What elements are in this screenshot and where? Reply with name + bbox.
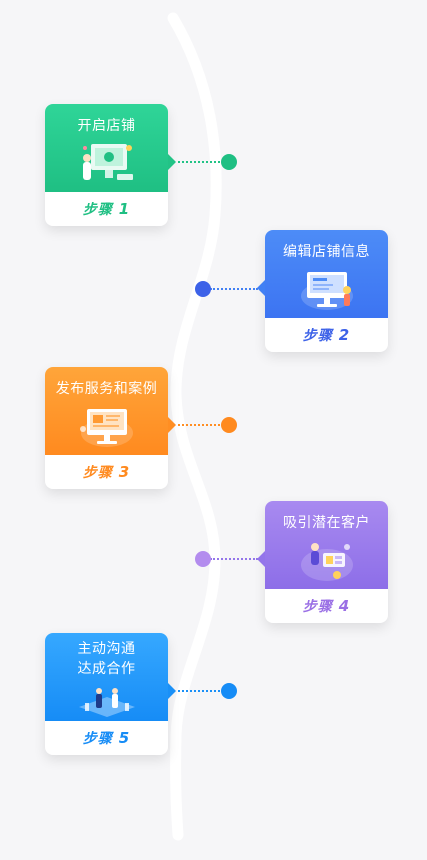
step-title: 发布服务和案例 <box>55 381 158 397</box>
card-pointer <box>257 551 265 567</box>
step-card-header: 主动沟通 达成合作 <box>45 633 168 721</box>
step-title: 开启店铺 <box>77 118 136 134</box>
step-card-2: 编辑店铺信息 步骤 2 <box>257 230 388 352</box>
step-card-header: 编辑店铺信息 <box>265 230 388 318</box>
step-card-header: 发布服务和案例 <box>45 367 168 455</box>
step-label-text: 步骤 <box>82 731 113 747</box>
step-title: 吸引潜在客户 <box>283 515 370 531</box>
step-label: 步骤 1 <box>45 192 168 226</box>
service-publish-monitor-illustration <box>79 409 133 447</box>
step-number: 1 <box>118 200 131 218</box>
cooperation-illustration <box>78 688 135 717</box>
step-title-line-2: 达成合作 <box>77 661 136 677</box>
step-label: 步骤 5 <box>45 721 168 755</box>
step-label: 步骤 2 <box>265 318 388 352</box>
store-info-monitor-illustration <box>300 272 353 310</box>
step-label: 步骤 3 <box>45 455 168 489</box>
card-pointer <box>257 280 265 296</box>
timeline-dot-3 <box>221 417 237 433</box>
step-label-text: 步骤 <box>82 202 113 218</box>
step-label-text: 步骤 <box>302 328 333 344</box>
card-pointer <box>168 417 176 433</box>
step-card-4: 吸引潜在客户 步骤 4 <box>257 501 388 623</box>
connector-line-1 <box>178 161 224 163</box>
step-number: 2 <box>338 326 351 344</box>
connector-line-3 <box>178 424 224 426</box>
step-card-header: 吸引潜在客户 <box>265 501 388 589</box>
shop-opening-illustration <box>82 144 133 180</box>
step-number: 4 <box>338 597 351 615</box>
step-card-5: 主动沟通 达成合作 步骤 5 <box>45 633 176 755</box>
step-title: 主动沟通 达成合作 <box>45 639 168 679</box>
step-card-3: 发布服务和案例 步骤 3 <box>45 367 176 489</box>
step-title-line-1: 主动沟通 <box>77 641 136 657</box>
timeline-dot-4 <box>195 551 211 567</box>
step-label-text: 步骤 <box>82 465 113 481</box>
connector-line-2 <box>210 288 258 290</box>
timeline-dot-1 <box>221 154 237 170</box>
step-number: 3 <box>118 463 131 481</box>
step-number: 5 <box>118 729 131 747</box>
card-pointer <box>168 154 176 170</box>
step-label: 步骤 4 <box>265 589 388 623</box>
customer-attraction-illustration <box>300 543 353 581</box>
timeline-dot-2 <box>195 281 211 297</box>
step-label-text: 步骤 <box>302 599 333 615</box>
step-card-header: 开启店铺 <box>45 104 168 192</box>
step-card-1: 开启店铺 步骤 1 <box>45 104 176 226</box>
connector-line-4 <box>210 558 258 560</box>
timeline-dot-5 <box>221 683 237 699</box>
connector-line-5 <box>178 690 224 692</box>
step-title: 编辑店铺信息 <box>283 244 370 260</box>
card-pointer <box>168 683 176 699</box>
